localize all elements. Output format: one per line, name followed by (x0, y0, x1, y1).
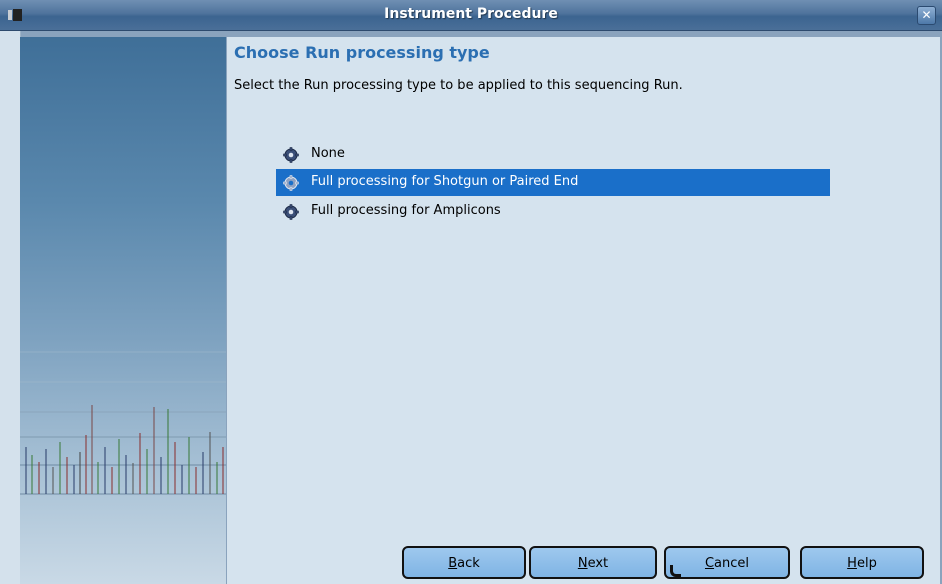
next-label: ext (587, 556, 609, 571)
page-description: Select the Run processing type to be app… (234, 78, 683, 93)
cancel-label: ancel (714, 556, 750, 571)
cancel-corner-mark (670, 565, 681, 577)
back-label: ack (457, 556, 480, 571)
help-button[interactable]: Help (800, 546, 924, 579)
back-button[interactable]: Back (402, 546, 526, 579)
window-title: Instrument Procedure (384, 6, 558, 22)
gear-icon (283, 204, 299, 220)
gear-icon (283, 147, 299, 163)
back-mnemonic: B (448, 556, 458, 571)
next-button[interactable]: Next (529, 546, 657, 579)
option-label: Full processing for Amplicons (311, 203, 501, 218)
gear-icon (283, 175, 299, 191)
close-icon[interactable]: ✕ (917, 6, 936, 25)
sequencing-chromatogram-image (20, 351, 226, 495)
cancel-mnemonic: C (704, 556, 715, 571)
wizard-window: Instrument Procedure ✕ Choose Run proces… (0, 0, 942, 584)
option-label: Full processing for Shotgun or Paired En… (311, 174, 579, 189)
content-panel (227, 37, 940, 584)
option-shotgun-paired-end[interactable]: Full processing for Shotgun or Paired En… (276, 169, 830, 196)
title-bar[interactable]: Instrument Procedure ✕ (0, 0, 942, 31)
next-mnemonic: N (577, 556, 588, 571)
help-mnemonic: H (847, 556, 857, 571)
option-amplicons[interactable]: Full processing for Amplicons (276, 198, 830, 225)
side-panel-image (20, 37, 226, 584)
help-label: elp (856, 556, 877, 571)
option-label: None (311, 146, 345, 161)
left-edge (0, 31, 21, 584)
page-heading: Choose Run processing type (234, 43, 490, 62)
cancel-button[interactable]: Cancel (664, 546, 790, 579)
option-none[interactable]: None (276, 141, 830, 168)
